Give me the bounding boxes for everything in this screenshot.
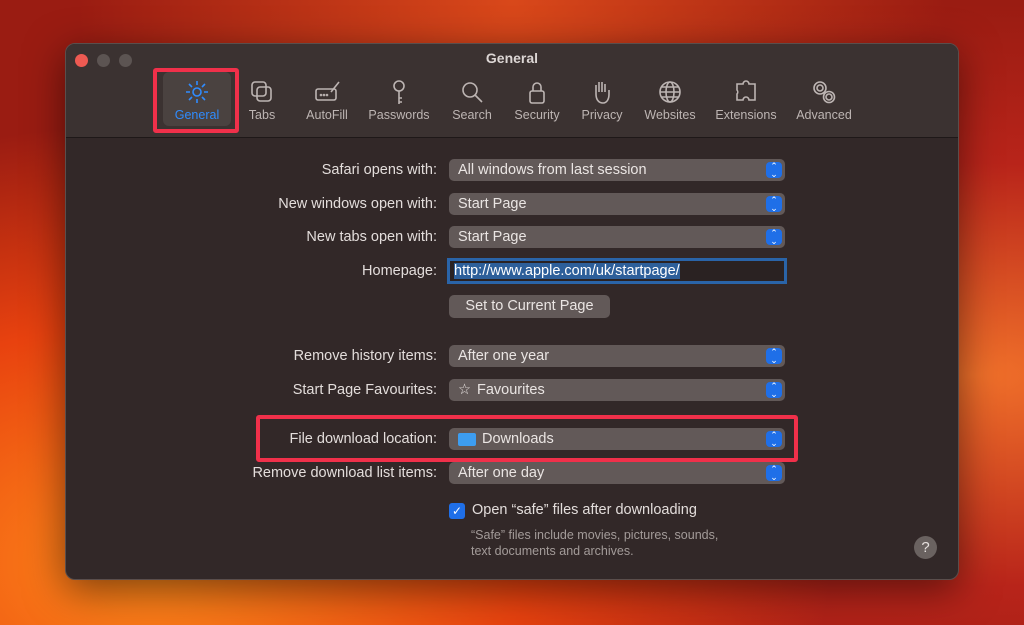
- tab-label: Search: [452, 108, 492, 122]
- set-current-page-button[interactable]: Set to Current Page: [449, 295, 610, 318]
- safe-help-text: “Safe” files include movies, pictures, s…: [471, 528, 719, 542]
- tab-extensions[interactable]: Extensions: [710, 78, 782, 122]
- key-icon: [393, 80, 405, 104]
- label: Remove history items:: [293, 348, 437, 364]
- tab-label: Websites: [644, 108, 696, 122]
- stepper-icon: ⌃ ⌄: [766, 382, 782, 399]
- remove-downloads-select[interactable]: After one day ⌃ ⌄: [449, 462, 785, 484]
- remove-history-select[interactable]: After one year ⌃ ⌄: [449, 345, 785, 367]
- tab-search[interactable]: Search: [436, 78, 508, 122]
- tab-advanced[interactable]: Advanced: [788, 78, 860, 122]
- tab-security[interactable]: Security: [501, 78, 573, 122]
- open-safe-label: Open “safe” files after downloading: [472, 502, 697, 518]
- tab-label: Extensions: [715, 108, 777, 122]
- label: Homepage:: [362, 263, 437, 279]
- lock-icon: [529, 82, 545, 104]
- label: Remove download list items:: [252, 465, 437, 481]
- star-icon: ☆: [458, 382, 471, 398]
- label: Start Page Favourites:: [292, 382, 437, 398]
- tab-label: AutoFill: [306, 108, 348, 122]
- tabs-icon: [251, 81, 272, 102]
- tab-websites[interactable]: Websites: [634, 78, 706, 122]
- tab-privacy[interactable]: Privacy: [566, 78, 638, 122]
- value: After one year: [458, 348, 550, 364]
- value: http://www.apple.com/uk/startpage/: [454, 263, 680, 279]
- tab-label: Security: [514, 108, 560, 122]
- label: Safari opens with:: [321, 162, 437, 178]
- new-tabs-select[interactable]: Start Page ⌃ ⌄: [449, 226, 785, 248]
- puzzle-icon: [736, 80, 756, 101]
- stepper-icon: ⌃ ⌄: [766, 348, 782, 365]
- tab-label: Advanced: [796, 108, 852, 122]
- tab-label: Privacy: [581, 108, 623, 122]
- stepper-icon: ⌃ ⌄: [766, 465, 782, 482]
- favourites-select[interactable]: ☆ Favourites ⌃ ⌄: [449, 379, 785, 401]
- tab-autofill[interactable]: AutoFill: [291, 78, 363, 122]
- help-button[interactable]: ?: [914, 536, 937, 559]
- gears-icon: [813, 81, 836, 104]
- value: Favourites: [477, 382, 545, 398]
- tab-passwords[interactable]: Passwords: [363, 78, 435, 122]
- label: New windows open with:: [278, 196, 437, 212]
- stepper-icon: ⌃ ⌄: [766, 162, 782, 179]
- label: New tabs open with:: [306, 229, 437, 245]
- new-windows-select[interactable]: Start Page ⌃ ⌄: [449, 193, 785, 215]
- globe-icon: [659, 81, 681, 103]
- safari-opens-select[interactable]: All windows from last session ⌃ ⌄: [449, 159, 785, 181]
- tab-label: Tabs: [248, 108, 276, 122]
- value: After one day: [458, 465, 545, 481]
- homepage-input[interactable]: http://www.apple.com/uk/startpage/: [447, 258, 787, 284]
- window-title: General: [485, 50, 539, 66]
- stepper-icon: ⌃ ⌄: [766, 196, 782, 213]
- value: All windows from last session: [458, 162, 647, 178]
- hand-icon: [595, 82, 610, 104]
- highlight-download-location: [256, 415, 798, 462]
- safe-help-text: text documents and archives.: [471, 544, 634, 558]
- autofill-icon: [315, 81, 340, 101]
- value: Start Page: [458, 196, 527, 212]
- highlight-general: [153, 68, 239, 133]
- value: Start Page: [458, 229, 527, 245]
- search-icon: [462, 82, 483, 103]
- tab-label: Passwords: [368, 108, 430, 122]
- open-safe-checkbox[interactable]: ✓: [449, 503, 465, 519]
- stepper-icon: ⌃ ⌄: [766, 229, 782, 246]
